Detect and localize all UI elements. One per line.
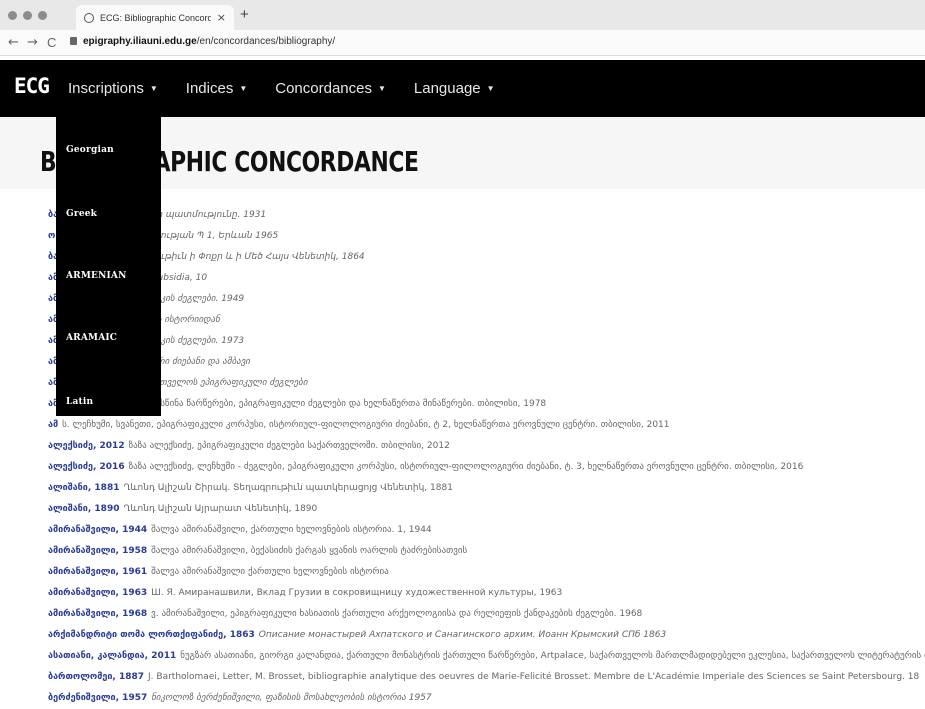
list-item: ასათიანი, კალანდია, 2011 ნუგზარ ასათიანი,…: [48, 646, 925, 667]
list-item: ამდეპები. არქეოლოგიური ძიებანი და ამბავი: [48, 352, 925, 373]
list-item: ალექსიძე, 2012 ზაზა ალექსიძე, ეპიგრაფიკულ…: [48, 436, 925, 457]
bibliography-text: ზაზა ალექსიძე, ეპიგრაფიკული ძეგლები საქა…: [128, 441, 450, 451]
bibliography-link[interactable]: ამირანაშვილი, 1968: [48, 609, 147, 619]
dropdown-item-aramaic[interactable]: ARAMAIC: [66, 333, 117, 343]
menu-label: Concordances: [275, 80, 372, 97]
dropdown-item-latin[interactable]: Latin: [66, 397, 93, 407]
window-controls: [8, 11, 47, 20]
dropdown-item-greek[interactable]: Greek: [66, 209, 97, 219]
bibliography-link[interactable]: არქიმანდრიტი თომა ლორთქიფანიძე, 1863: [48, 630, 255, 640]
list-item: ამდეპები. საქართველოს ისტორიიდან: [48, 310, 925, 331]
bibliography-link[interactable]: ალიშანი, 1890: [48, 504, 119, 514]
list-item: ამს. ქართული ეპიგრაფიკის ძეგლები. 1973: [48, 331, 925, 352]
list-item: ოի Դիվան հայ վիմագրության Պ 1, Երևան 196…: [48, 226, 925, 247]
url-field[interactable]: epigraphy.iliauni.edu.ge/en/concordances…: [70, 36, 335, 47]
bibliography-link[interactable]: ამირანაშვილი, 1944: [48, 525, 147, 535]
menu-concordances[interactable]: Concordances ▼: [275, 80, 386, 97]
list-item: ამ ს. ლეჩხუმი, სვანეთი, ეპიგრაფიკული კორპ…: [48, 415, 925, 436]
list-item: ამ ს. აღმოსავლეთ საქართველოს ეპიგრაფიკული…: [48, 373, 925, 394]
list-item: ამირანაშვილი, 1968 ვ. ამირანაშვილი, ეპიგრ…: [48, 604, 925, 625]
bibliography-text: შალვა ამირანაშვილი, ბექასიძის ქარგას ყვა…: [151, 546, 468, 556]
dropdown-item-georgian[interactable]: Georgian: [66, 145, 114, 155]
caret-down-icon: ▼: [149, 84, 158, 93]
url-domain: epigraphy.iliauni.edu.ge: [83, 36, 197, 47]
bibliography-link[interactable]: ალექსიძე, 2012: [48, 441, 125, 451]
bibliography-text: ნუგზარ ასათიანი, გიორგი კალანდია, ქართულ…: [180, 651, 925, 661]
bibliography-link[interactable]: ალიშანი, 1881: [48, 483, 119, 493]
bibliography-text: შალვა ამირანაშვილი ქართული ხელოვნების ის…: [151, 567, 389, 577]
menu-label: Language: [413, 80, 481, 97]
menu-language[interactable]: Language ▼: [414, 80, 495, 97]
bibliography-text: ვ. ამირანაშვილი, ეპიგრაფიკული ხასიათის ქ…: [151, 609, 643, 619]
menu-label: Indices: [185, 80, 234, 97]
list-item: ამირანაშვილი, 1958 შალვა ამირანაშვილი, ბე…: [48, 541, 925, 562]
close-window-button[interactable]: [8, 11, 17, 20]
globe-icon: [84, 12, 94, 23]
bibliography-text: Ղևոնդ Ալիշան Այրարատ Վենետիկ, 1890: [123, 504, 318, 514]
list-item: არქიმანდრიტი თომა ლორთქიფანიძე, 1863 Опис…: [48, 625, 925, 646]
lock-icon: [70, 37, 77, 45]
caret-down-icon: ▼: [239, 84, 248, 93]
bibliography-text: ნიკოლოზ ბერძენიშვილი, ფაზისის მოსახლეობი…: [151, 693, 432, 703]
main-menu: Inscriptions ▼ Indices ▼ Concordances ▼ Lan…: [68, 80, 495, 97]
bibliography-link[interactable]: ასათიანი, კალანდია, 2011: [48, 651, 176, 661]
close-tab-icon[interactable]: ×: [217, 11, 226, 24]
bibliography-link[interactable]: ამ: [48, 420, 58, 430]
site-brand[interactable]: ECG: [14, 74, 50, 98]
list-item: ალიშანი, 1890 Ղևոնդ Ալիշան Այրարատ Վենետի…: [48, 499, 925, 520]
minimize-window-button[interactable]: [23, 11, 32, 20]
list-item: ბა Ալիշան, Հայաստանի պատմությունը. 1931: [48, 205, 925, 226]
caret-down-icon: ▼: [486, 84, 495, 93]
bibliography-text: შალვა ამირანაშვილი, ქართული ხელოვნების ი…: [151, 525, 432, 535]
forward-button[interactable]: →: [27, 35, 38, 50]
new-tab-button[interactable]: +: [240, 6, 249, 23]
list-item: ამ ს. აქები სიონის ბოლოსწინა წარწერები, ე…: [48, 394, 925, 415]
bibliography-link[interactable]: ბართოლომეი, 1887: [48, 672, 144, 682]
bibliography-text: Ղևոնդ Ալիշան Շիրակ. Տեղագրութիւն պատկերա…: [123, 483, 453, 493]
bibliography-link[interactable]: ბერძენიშვილი, 1957: [48, 693, 147, 703]
list-item: ბერძენიშვილი, 1957 ნიკოლოზ ბერძენიშვილი, …: [48, 688, 925, 709]
address-bar: ← → C epigraphy.iliauni.edu.ge/en/concor…: [0, 30, 925, 56]
url-path: /en/concordances/bibliography/: [196, 36, 336, 47]
browser-tab-bar: ECG: Bibliographic Concordan × +: [0, 0, 925, 30]
list-item: ამირანაშვილი, 1944 შალვა ამირანაშვილი, ქა…: [48, 520, 925, 541]
bibliography-text: Описание монастырей Ахпатского и Санагин…: [258, 630, 667, 640]
bibliography-link[interactable]: ამირანაშვილი, 1958: [48, 546, 147, 556]
reload-button[interactable]: C: [47, 35, 56, 50]
bibliography-link[interactable]: ამირანაშვილი, 1963: [48, 588, 147, 598]
bibliography-text: ს. ლეჩხუმი, სვანეთი, ეპიგრაფიკული კორპუს…: [62, 420, 670, 430]
bibliography-text: J. Bartholomaei, Letter, M. Brosset, bib…: [148, 672, 920, 682]
list-item: ამMIA CSCO. Vol 166. Subsidia, 10: [48, 268, 925, 289]
bibliography-link[interactable]: ო: [48, 231, 55, 241]
list-item: ამირანაშვილი, 1963 Ш. Я. Амиранашвили, Вк…: [48, 583, 925, 604]
bibliography-list: ბა Ալիշան, Հայաստանի պատմությունը. 1931 ო…: [48, 205, 925, 709]
browser-tab[interactable]: ECG: Bibliographic Concordan ×: [76, 5, 234, 30]
menu-label: Inscriptions: [68, 80, 144, 97]
list-item: ბა Սիրանյան, Տեղագրութիւն ի Փոքր և ի Մեծ …: [48, 247, 925, 268]
dropdown-item-armenian[interactable]: ARMENIAN: [66, 271, 127, 281]
menu-inscriptions[interactable]: Inscriptions ▼: [68, 80, 158, 97]
tab-title: ECG: Bibliographic Concordan: [100, 12, 211, 23]
menu-indices[interactable]: Indices ▼: [186, 80, 247, 97]
list-item: ალიშანი, 1881 Ղևոնդ Ալիշան Շիրակ. Տեղագրո…: [48, 478, 925, 499]
list-item: ალექსიძე, 2016 ზაზა ალექსიძე, ლეჩხუმი - ძ…: [48, 457, 925, 478]
bibliography-text: ზაზა ალექსიძე, ლეჩხუმი - ძეგლები, ეპიგრა…: [128, 462, 804, 472]
back-button[interactable]: ←: [8, 35, 19, 50]
site-navbar: ECG Inscriptions ▼ Indices ▼ Concordances ▼…: [0, 60, 925, 117]
list-item: ამირანაშვილი, 1961 შალვა ამირანაშვილი ქარ…: [48, 562, 925, 583]
inscriptions-dropdown: Georgian Greek ARMENIAN ARAMAIC Latin: [56, 117, 161, 416]
list-item: ბართოლომეი, 1887 J. Bartholomaei, Letter,…: [48, 667, 925, 688]
caret-down-icon: ▼: [377, 84, 386, 93]
list-item: ამს. ქართული ეპიგრაფიკის ძეგლები. 1949: [48, 289, 925, 310]
bibliography-link[interactable]: ალექსიძე, 2016: [48, 462, 125, 472]
maximize-window-button[interactable]: [38, 11, 47, 20]
bibliography-text: Ш. Я. Амиранашвили, Вклад Грузии в сокро…: [151, 588, 563, 598]
bibliography-link[interactable]: ამირანაშვილი, 1961: [48, 567, 147, 577]
